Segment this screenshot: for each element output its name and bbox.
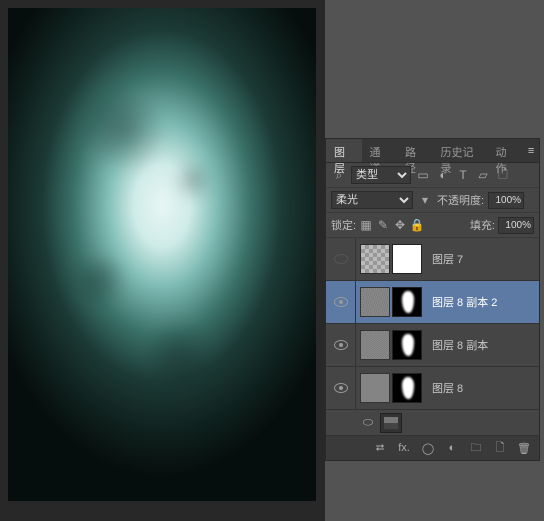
panels-area: 图层 通道 路径 历史记录 动作 ≡ ⌕ 类型 ▭ ◐ T ▱ 🗋 柔光 ▾ xyxy=(325,0,544,521)
filter-adjust-icon[interactable]: ◐ xyxy=(435,167,451,183)
layer-thumb[interactable] xyxy=(360,244,390,274)
blend-mode-select[interactable]: 柔光 xyxy=(331,191,413,209)
filter-smart-icon[interactable]: 🗋 xyxy=(495,167,511,183)
layer-thumb[interactable] xyxy=(360,287,390,317)
lock-transparent-icon[interactable]: ▦ xyxy=(359,217,373,233)
tab-history[interactable]: 历史记录 xyxy=(433,139,488,162)
fill-input[interactable] xyxy=(498,217,534,234)
layer-row[interactable]: 图层 8 xyxy=(326,367,539,410)
filter-pixel-icon[interactable]: ▭ xyxy=(415,167,431,183)
blend-dropdown-icon[interactable]: ▾ xyxy=(417,192,433,208)
filter-text-icon[interactable]: T xyxy=(455,167,471,183)
fill-label: 填充: xyxy=(470,217,495,233)
lock-row: 锁定: ▦ ✎ ✥ 🔒 填充: xyxy=(326,213,539,238)
eye-icon xyxy=(334,297,348,307)
fx-button[interactable]: fx. xyxy=(393,439,415,457)
link-row[interactable]: ⬭ xyxy=(326,410,539,436)
opacity-label: 不透明度: xyxy=(437,192,484,208)
panel-tabs: 图层 通道 路径 历史记录 动作 ≡ xyxy=(326,139,539,163)
delete-layer-button[interactable]: 🗑 xyxy=(513,439,535,457)
gradient-icon xyxy=(384,417,398,429)
tab-actions[interactable]: 动作 xyxy=(488,139,524,162)
layer-thumbs xyxy=(356,373,426,403)
layer-name[interactable]: 图层 8 xyxy=(426,380,463,396)
layer-thumbs xyxy=(356,244,426,274)
layer-name[interactable]: 图层 7 xyxy=(426,251,463,267)
layer-row[interactable]: 图层 7 xyxy=(326,238,539,281)
panel-menu-icon[interactable]: ≡ xyxy=(523,139,539,162)
menu-icon: ≡ xyxy=(528,145,534,157)
mask-button[interactable]: ◯ xyxy=(417,439,439,457)
lock-label: 锁定: xyxy=(331,217,356,233)
blend-row: 柔光 ▾ 不透明度: xyxy=(326,188,539,213)
visibility-toggle[interactable] xyxy=(326,238,356,280)
layer-name[interactable]: 图层 8 副本 xyxy=(426,337,488,353)
filter-row: ⌕ 类型 ▭ ◐ T ▱ 🗋 xyxy=(326,163,539,188)
lock-all-icon[interactable]: 🔒 xyxy=(410,217,424,233)
lock-brush-icon[interactable]: ✎ xyxy=(376,217,390,233)
link-icon: ⬭ xyxy=(360,415,376,431)
tab-layers[interactable]: 图层 xyxy=(326,139,362,162)
layer-row[interactable]: 图层 8 副本 xyxy=(326,324,539,367)
layer-thumbs xyxy=(356,330,426,360)
eye-icon xyxy=(334,383,348,393)
visibility-toggle[interactable] xyxy=(326,367,356,409)
adjustment-button[interactable]: ◐ xyxy=(441,439,463,457)
filter-kind-select[interactable]: 类型 xyxy=(351,166,411,184)
layer-row[interactable]: 图层 8 副本 2 xyxy=(326,281,539,324)
mask-thumb[interactable] xyxy=(392,244,422,274)
link-layers-button[interactable]: ⮂ xyxy=(369,439,391,457)
canvas-area xyxy=(0,0,325,521)
eye-icon xyxy=(334,254,348,264)
layer-name[interactable]: 图层 8 副本 2 xyxy=(426,294,497,310)
document-canvas[interactable] xyxy=(8,8,316,501)
layers-panel: 图层 通道 路径 历史记录 动作 ≡ ⌕ 类型 ▭ ◐ T ▱ 🗋 柔光 ▾ xyxy=(325,138,540,461)
visibility-toggle[interactable] xyxy=(326,281,356,323)
mask-thumb[interactable] xyxy=(392,330,422,360)
group-button[interactable]: 🗀 xyxy=(465,439,487,457)
search-icon[interactable]: ⌕ xyxy=(331,167,347,183)
opacity-input[interactable] xyxy=(488,192,524,209)
mask-thumb[interactable] xyxy=(392,287,422,317)
new-layer-button[interactable]: 🗋 xyxy=(489,439,511,457)
tab-channels[interactable]: 通道 xyxy=(362,139,398,162)
link-thumb[interactable] xyxy=(380,413,402,433)
visibility-toggle[interactable] xyxy=(326,324,356,366)
lock-move-icon[interactable]: ✥ xyxy=(393,217,407,233)
tab-paths[interactable]: 路径 xyxy=(397,139,433,162)
filter-shape-icon[interactable]: ▱ xyxy=(475,167,491,183)
eye-icon xyxy=(334,340,348,350)
layer-thumb[interactable] xyxy=(360,373,390,403)
mask-thumb[interactable] xyxy=(392,373,422,403)
layers-list: 图层 7 图层 8 副本 2 xyxy=(326,238,539,436)
layer-thumbs xyxy=(356,287,426,317)
layer-thumb[interactable] xyxy=(360,330,390,360)
panel-footer: ⮂ fx. ◯ ◐ 🗀 🗋 🗑 xyxy=(326,436,539,460)
